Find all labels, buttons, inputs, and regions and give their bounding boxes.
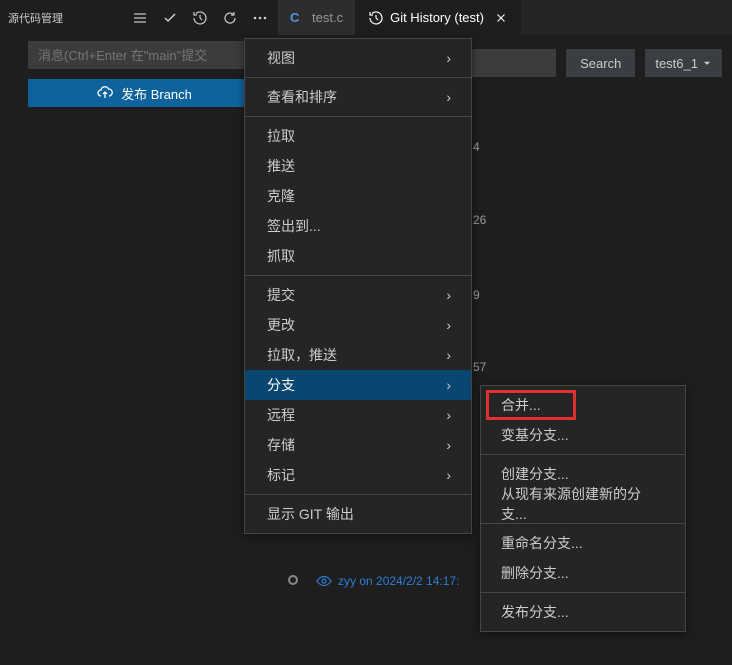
commit-author-text: zyy on 2024/2/2 14:17: bbox=[338, 574, 459, 588]
commit-hash-fragment: 4 bbox=[473, 140, 480, 154]
submenu-create-branch-from[interactable]: 从现有来源创建新的分支... bbox=[481, 489, 685, 519]
scm-header-actions bbox=[131, 9, 269, 27]
menu-pull-push[interactable]: 拉取，推送› bbox=[245, 340, 471, 370]
publish-branch-button[interactable]: 发布 Branch bbox=[28, 79, 261, 107]
commit-icon[interactable] bbox=[161, 9, 179, 27]
chevron-right-icon: › bbox=[446, 50, 451, 66]
submenu-merge[interactable]: 合并... bbox=[481, 390, 685, 420]
tab-test-c[interactable]: C test.c bbox=[278, 0, 356, 35]
menu-remote[interactable]: 远程› bbox=[245, 400, 471, 430]
chevron-right-icon: › bbox=[446, 467, 451, 483]
eye-icon bbox=[316, 573, 332, 589]
commit-graph-node bbox=[288, 575, 298, 585]
scm-more-menu: 视图› 查看和排序› 拉取 推送 克隆 签出到... 抓取 提交› 更改› 拉取… bbox=[244, 38, 472, 534]
chevron-down-icon bbox=[702, 58, 712, 68]
tab-label: Git History (test) bbox=[390, 10, 484, 25]
scm-title: 源代码管理 bbox=[8, 10, 63, 26]
view-tree-icon[interactable] bbox=[131, 9, 149, 27]
scm-header: 源代码管理 bbox=[0, 0, 277, 35]
commit-hash-fragment: 26 bbox=[473, 213, 486, 227]
cloud-upload-icon bbox=[97, 85, 113, 101]
commit-hash-fragment: 57 bbox=[473, 360, 486, 374]
chevron-right-icon: › bbox=[446, 287, 451, 303]
submenu-publish-branch[interactable]: 发布分支... bbox=[481, 597, 685, 627]
history-icon bbox=[368, 10, 384, 26]
commit-hash-fragment: 9 bbox=[473, 288, 480, 302]
tab-label: test.c bbox=[312, 10, 343, 25]
chevron-right-icon: › bbox=[446, 347, 451, 363]
menu-changes[interactable]: 更改› bbox=[245, 310, 471, 340]
submenu-rename-branch[interactable]: 重命名分支... bbox=[481, 528, 685, 558]
submenu-delete-branch[interactable]: 删除分支... bbox=[481, 558, 685, 588]
menu-separator bbox=[245, 494, 471, 495]
menu-clone[interactable]: 克隆 bbox=[245, 181, 471, 211]
chevron-right-icon: › bbox=[446, 317, 451, 333]
c-file-icon: C bbox=[290, 10, 306, 26]
refresh-icon[interactable] bbox=[221, 9, 239, 27]
menu-separator bbox=[481, 592, 685, 593]
branch-select-label: test6_1 bbox=[655, 56, 698, 71]
publish-branch-label: 发布 Branch bbox=[121, 84, 192, 103]
close-icon[interactable] bbox=[494, 11, 508, 25]
search-button[interactable]: Search bbox=[566, 49, 635, 77]
branch-select[interactable]: test6_1 bbox=[645, 49, 722, 77]
branch-submenu: 合并... 变基分支... 创建分支... 从现有来源创建新的分支... 重命名… bbox=[480, 385, 686, 632]
menu-separator bbox=[245, 77, 471, 78]
menu-view[interactable]: 视图› bbox=[245, 43, 471, 73]
commit-author-line[interactable]: zyy on 2024/2/2 14:17: bbox=[316, 573, 459, 589]
menu-view-sort[interactable]: 查看和排序› bbox=[245, 82, 471, 112]
tab-git-history[interactable]: Git History (test) bbox=[356, 0, 521, 35]
menu-pull[interactable]: 拉取 bbox=[245, 121, 471, 151]
menu-show-git-output[interactable]: 显示 GIT 输出 bbox=[245, 499, 471, 529]
menu-stash[interactable]: 存储› bbox=[245, 430, 471, 460]
menu-separator bbox=[245, 275, 471, 276]
chevron-right-icon: › bbox=[446, 437, 451, 453]
sidebar: 源代码管理 发布 Branch bbox=[0, 0, 278, 665]
menu-separator bbox=[481, 454, 685, 455]
more-actions-icon[interactable] bbox=[251, 9, 269, 27]
chevron-right-icon: › bbox=[446, 407, 451, 423]
menu-separator bbox=[245, 116, 471, 117]
menu-commit[interactable]: 提交› bbox=[245, 280, 471, 310]
menu-branch[interactable]: 分支› bbox=[245, 370, 471, 400]
history-icon[interactable] bbox=[191, 9, 209, 27]
chevron-right-icon: › bbox=[446, 377, 451, 393]
menu-push[interactable]: 推送 bbox=[245, 151, 471, 181]
menu-checkout[interactable]: 签出到... bbox=[245, 211, 471, 241]
editor-tabs: C test.c Git History (test) bbox=[278, 0, 732, 35]
menu-fetch[interactable]: 抓取 bbox=[245, 241, 471, 271]
commit-message-input[interactable] bbox=[28, 41, 261, 69]
submenu-rebase[interactable]: 变基分支... bbox=[481, 420, 685, 450]
menu-tag[interactable]: 标记› bbox=[245, 460, 471, 490]
chevron-right-icon: › bbox=[446, 89, 451, 105]
